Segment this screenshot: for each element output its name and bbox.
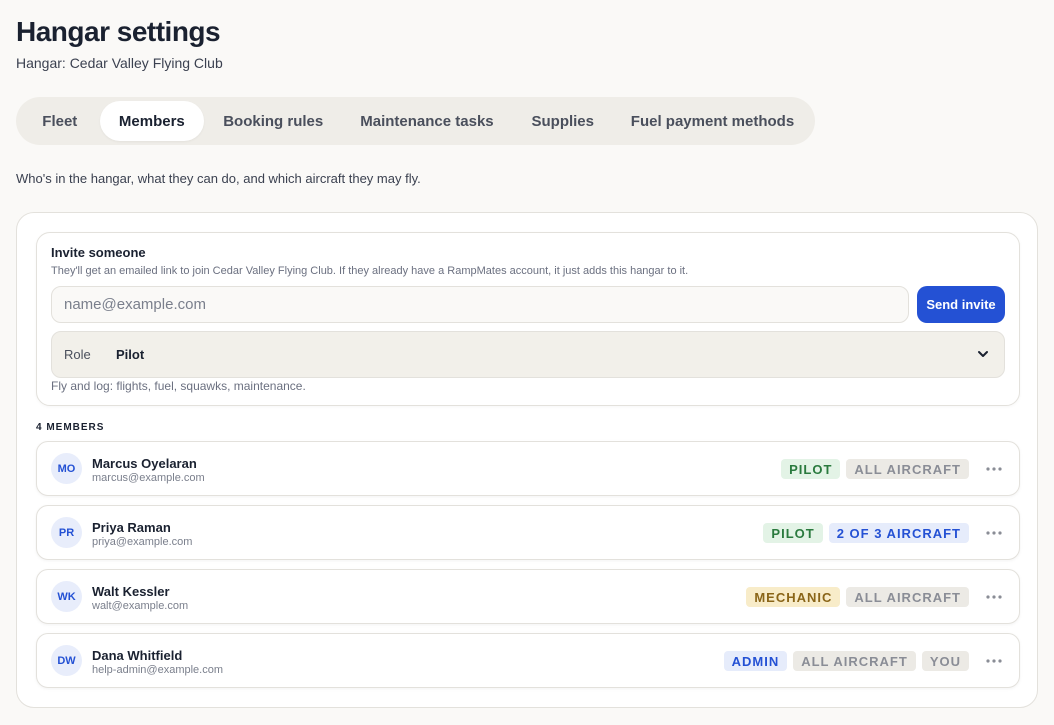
more-horizontal-icon[interactable] [983,459,1005,479]
aircraft-access-badge: 2 OF 3 AIRCRAFT [828,523,969,543]
tab-fleet[interactable]: Fleet [20,101,100,141]
tab-fuel-payment-methods[interactable]: Fuel payment methods [614,101,811,141]
more-horizontal-icon[interactable] [983,523,1005,543]
invite-description: They'll get an emailed link to join Ceda… [51,265,689,277]
member-row[interactable]: WK Walt Kessler walt@example.com MECHANI… [36,569,1020,624]
role-badge: PILOT [763,523,823,543]
role-select[interactable]: Role Pilot [51,331,1005,378]
role-badge: PILOT [781,459,841,479]
avatar: MO [51,453,82,484]
member-badges: MECHANIC ALL AIRCRAFT [746,587,969,607]
tab-booking-rules[interactable]: Booking rules [204,101,342,141]
role-badge: MECHANIC [746,587,841,607]
tab-members[interactable]: Members [99,101,205,141]
role-badge: ADMIN [723,651,788,671]
avatar: PR [51,517,82,548]
you-badge: YOU [921,651,969,671]
more-horizontal-icon[interactable] [983,587,1005,607]
section-intro: Who's in the hangar, what they can do, a… [16,171,421,186]
aircraft-access-badge: ALL AIRCRAFT [846,587,969,607]
aircraft-access-badge: ALL AIRCRAFT [793,651,916,671]
tab-maintenance-tasks[interactable]: Maintenance tasks [342,101,511,141]
member-row[interactable]: MO Marcus Oyelaran marcus@example.com PI… [36,441,1020,496]
member-name: Walt Kessler [92,584,170,599]
invite-card: Invite someone They'll get an emailed li… [36,232,1020,406]
member-row[interactable]: DW Dana Whitfield help-admin@example.com… [36,633,1020,688]
member-row[interactable]: PR Priya Raman priya@example.com PILOT 2… [36,505,1020,560]
role-hint: Fly and log: flights, fuel, squawks, mai… [51,379,306,393]
role-selected-value: Pilot [116,347,145,362]
member-email: marcus@example.com [92,472,205,484]
invite-email-input[interactable] [51,286,909,323]
settings-tabbar: Fleet Members Booking rules Maintenance … [16,97,815,145]
member-name: Priya Raman [92,520,171,535]
avatar: DW [51,645,82,676]
members-panel: Invite someone They'll get an emailed li… [16,212,1038,708]
send-invite-button[interactable]: Send invite [917,286,1005,323]
member-badges: PILOT 2 OF 3 AIRCRAFT [763,523,969,543]
member-email: walt@example.com [92,600,189,612]
member-badges: PILOT ALL AIRCRAFT [781,459,969,479]
chevron-down-icon [976,347,990,361]
tab-supplies[interactable]: Supplies [512,101,614,141]
page-title: Hangar settings [16,16,221,47]
member-email: help-admin@example.com [92,664,224,676]
aircraft-access-badge: ALL AIRCRAFT [846,459,969,479]
hangar-subtitle: Hangar: Cedar Valley Flying Club [16,55,223,71]
members-count: 4 MEMBERS [36,422,105,433]
member-email: priya@example.com [92,536,193,548]
member-name: Marcus Oyelaran [92,456,197,471]
member-badges: ADMIN ALL AIRCRAFT YOU [723,651,969,671]
role-label: Role [64,347,91,362]
member-name: Dana Whitfield [92,648,183,663]
invite-title: Invite someone [51,245,146,260]
more-horizontal-icon[interactable] [983,651,1005,671]
avatar: WK [51,581,82,612]
